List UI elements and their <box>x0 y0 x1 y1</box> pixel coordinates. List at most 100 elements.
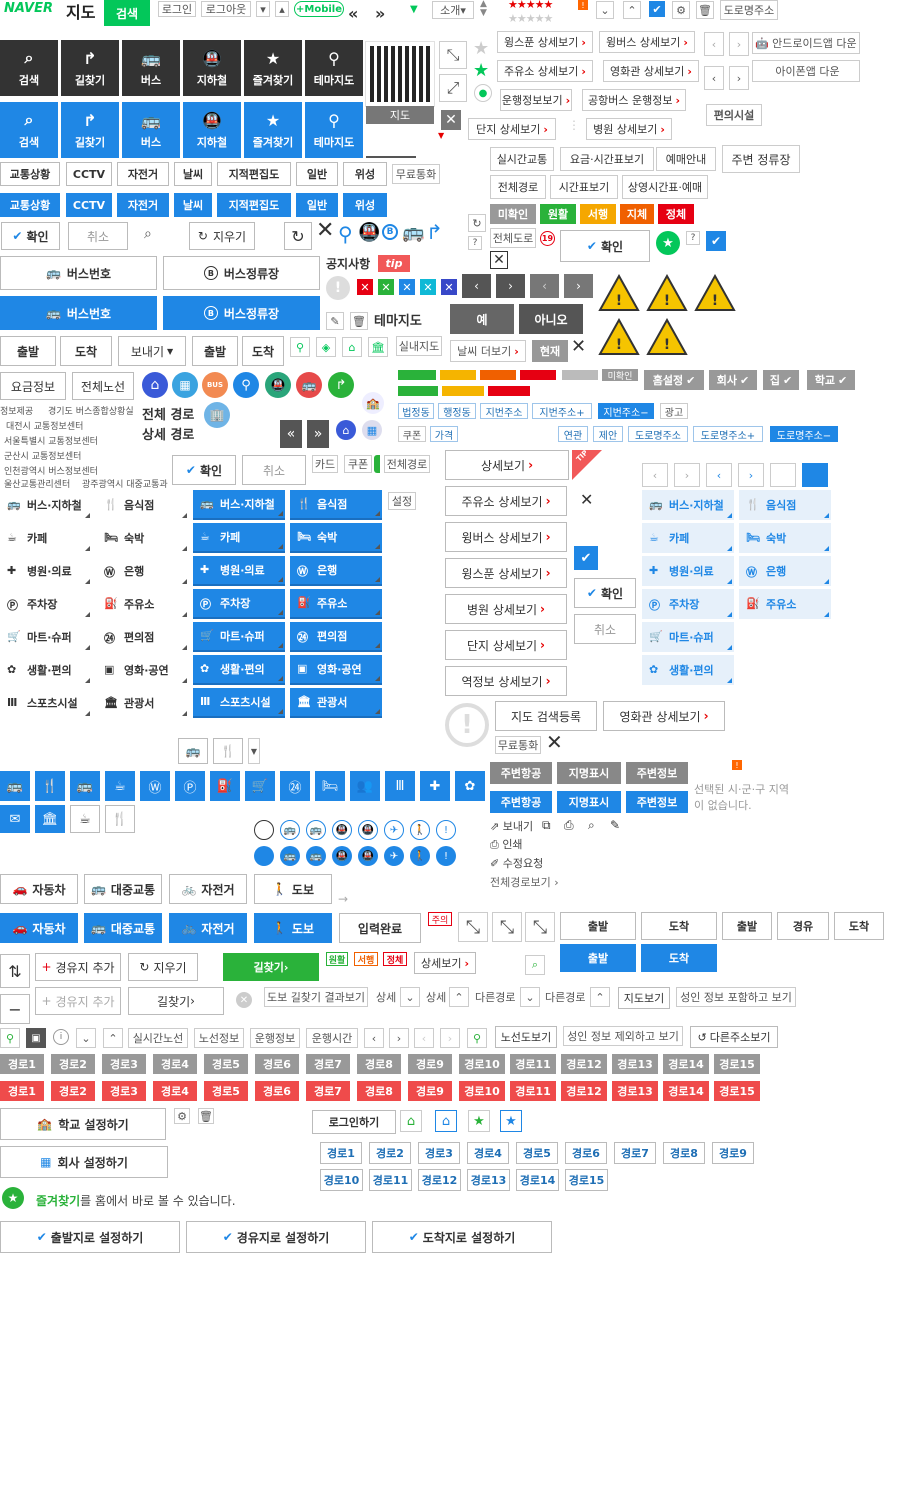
detail-view-button[interactable]: 상세보기 › <box>445 450 569 480</box>
depart-tab-active[interactable]: 출발 <box>560 944 636 972</box>
detail-dropdown[interactable]: 상세 <box>376 989 396 1005</box>
route-tab-15[interactable]: 경로15 <box>565 1169 608 1191</box>
place-9-active[interactable]: 🛒 마트·슈퍼 <box>193 622 285 652</box>
route-badge-14-red[interactable]: 경로14 <box>663 1081 709 1101</box>
arrive-button-2[interactable]: 도착 <box>242 336 284 366</box>
bus-circle-icon[interactable]: BUS <box>202 372 228 398</box>
sort-icon[interactable]: ▲ ▼ <box>480 0 487 18</box>
map-icon-dark[interactable]: ▣ <box>26 1028 46 1048</box>
mode-tab-3[interactable]: 🚲 자전거 <box>169 874 247 904</box>
chevron-down-small-2[interactable]: ⌄ <box>520 987 540 1007</box>
route-tab-8[interactable]: 경로8 <box>663 1142 705 1164</box>
route-badge-12-red[interactable]: 경로12 <box>561 1081 607 1101</box>
erase-button[interactable]: ↻ 지우기 <box>189 222 255 250</box>
close-box-icon[interactable]: ✕ <box>441 110 461 130</box>
tile-theme-map[interactable]: ⚲ 테마지도 <box>305 40 363 96</box>
yes-button[interactable]: 예 <box>450 304 514 334</box>
circle-icon-2-7[interactable]: 🚶 <box>410 846 430 866</box>
gear-icon[interactable]: ⚙ <box>672 1 690 19</box>
place-8-active[interactable]: ⛽ 주유소 <box>290 589 382 619</box>
close-navy-icon[interactable]: ✕ <box>441 279 457 295</box>
prev-page-button-blue[interactable]: ‹ <box>706 463 732 487</box>
close-x-icon[interactable]: ✕ <box>546 730 563 754</box>
route-badge-3-red[interactable]: 경로3 <box>102 1081 146 1101</box>
depart-button-2[interactable]: 출발 <box>192 336 238 366</box>
place-10-active[interactable]: ㉔ 편의점 <box>290 622 382 652</box>
tile-bus-active[interactable]: 🚌 버스 <box>122 102 180 158</box>
route-badge-9[interactable]: 경로9 <box>408 1054 452 1074</box>
address-tag-3[interactable]: 지번주소 <box>480 403 528 419</box>
chevron-up-small-2[interactable]: ⌃ <box>590 987 610 1007</box>
line-info-button[interactable]: 노선정보 <box>194 1028 244 1048</box>
blue-category-icon-13[interactable]: ✚ <box>420 771 450 801</box>
free-call-button[interactable]: 무료통화 <box>392 164 440 184</box>
dropdown-small-button[interactable]: ▾ <box>256 1 270 17</box>
route-badge-7[interactable]: 경로7 <box>306 1054 350 1074</box>
settings-button[interactable]: 설정 <box>388 492 416 510</box>
place-7-active[interactable]: Ⓟ 주차장 <box>193 589 285 619</box>
edit-icon[interactable]: ✎ <box>326 312 344 330</box>
building-circle-icon-2[interactable]: 🏢 <box>204 402 230 428</box>
print-action[interactable]: ⎙ 인쇄 <box>490 836 523 852</box>
login-button[interactable]: 로그인 <box>158 1 196 17</box>
prev-arrow-button[interactable]: ‹ <box>704 32 724 56</box>
bus-red-circle-icon[interactable]: 🚌 <box>296 372 322 398</box>
surround-tab-3[interactable]: 주변정보 <box>626 762 688 784</box>
export-icon[interactable]: ⧉ <box>542 818 551 833</box>
blue-category-icon-4[interactable]: ☕ <box>105 771 135 801</box>
place-11-active[interactable]: ✿ 생활·편의 <box>193 655 285 685</box>
confirm-button[interactable]: ✔ 확인 <box>1 222 60 250</box>
edit-icon-2[interactable]: ✎ <box>610 818 620 832</box>
arrive-tab-2[interactable]: 도착 <box>834 912 884 940</box>
arrive-button[interactable]: 도착 <box>60 336 112 366</box>
bus-number-tab-active[interactable]: 🚌 버스번호 <box>0 296 157 330</box>
more-dropdown-button[interactable]: ▼ <box>248 738 260 764</box>
place-6[interactable]: Ⓦ 은행 <box>97 556 189 586</box>
help-button[interactable]: ? <box>686 231 700 245</box>
clear-circle-icon[interactable]: ✕ <box>236 992 252 1008</box>
other-address-button[interactable]: ↺ 다른주소보기 <box>690 1026 778 1048</box>
school-set-button[interactable]: 🏫 학교 설정하기 <box>0 1108 166 1140</box>
detail-dropdown-2[interactable]: 상세 <box>426 989 446 1005</box>
tile-subway-active[interactable]: 🚇 지하철 <box>183 102 241 158</box>
chevron-up-button[interactable]: ⌃ <box>623 1 641 19</box>
depart-tab-2[interactable]: 출발 <box>722 912 772 940</box>
schedule-button-6[interactable]: 시간표보기 <box>550 175 618 199</box>
detail-col-button-1[interactable]: 주유소 상세보기 › <box>445 486 567 516</box>
find-way-button[interactable]: 길찾기 › <box>223 953 319 981</box>
turn-circle-icon[interactable]: ↱ <box>328 372 354 398</box>
subway-circle-icon[interactable]: 🚇 <box>265 372 291 398</box>
route-tab-1[interactable]: 경로1 <box>320 1142 362 1164</box>
traffic-tab-2[interactable]: CCTV <box>66 162 112 186</box>
building-circle-icon-3[interactable]: ▦ <box>362 420 382 440</box>
blue-category-icon-6[interactable]: Ⓟ <box>175 771 205 801</box>
close-large-icon[interactable]: ✕ <box>316 218 334 243</box>
other-route-dropdown[interactable]: 다른경로 <box>475 989 515 1005</box>
line-view-button[interactable]: 노선도보기 <box>495 1026 557 1048</box>
place-light-6[interactable]: Ⓦ 은행 <box>739 556 831 586</box>
zoom-icon[interactable]: ⌕ <box>588 818 595 833</box>
all-road-button[interactable]: 전체도로 <box>490 228 536 248</box>
detail-button-2[interactable]: 윙버스 상세보기 › <box>599 31 695 53</box>
mode-tab-4-active[interactable]: 🚶 도보 <box>254 913 332 943</box>
route-badge-14[interactable]: 경로14 <box>663 1054 709 1074</box>
shrink-icon[interactable]: ⤢ <box>439 74 467 102</box>
tile-route[interactable]: ↱ 길찾기 <box>61 40 119 96</box>
place-14-active[interactable]: 🏛 관광서 <box>290 688 382 718</box>
next-gray-button[interactable]: › <box>564 274 593 298</box>
next-dark-button[interactable]: › <box>496 274 525 298</box>
place-1[interactable]: 🚌 버스·지하철 <box>0 490 92 520</box>
close-x-box-icon[interactable]: ✕ <box>490 251 508 269</box>
school-pref-button[interactable]: 학교 ✔ <box>807 370 855 390</box>
place-2[interactable]: 🍴 음식점 <box>97 490 189 520</box>
bus-stop-tab[interactable]: B 버스정류장 <box>163 256 320 290</box>
place-13-active[interactable]: Ⅲ 스포츠시설 <box>193 688 285 718</box>
collapse-icon-2[interactable]: ⤡ <box>492 912 522 942</box>
waypoint-add-button-disabled[interactable]: + 경유지 추가 <box>35 987 121 1015</box>
place-light-9[interactable]: 🛒 마트·슈퍼 <box>642 622 734 652</box>
circle-icon-1-6[interactable]: ✈ <box>384 820 404 840</box>
surround-tab-1-active[interactable]: 주변항공 <box>490 791 552 813</box>
category-icon-row2-2[interactable]: 🏛 <box>35 805 65 833</box>
prev-page-button[interactable]: ‹ <box>642 463 668 487</box>
double-left-icon[interactable]: « <box>348 4 358 23</box>
